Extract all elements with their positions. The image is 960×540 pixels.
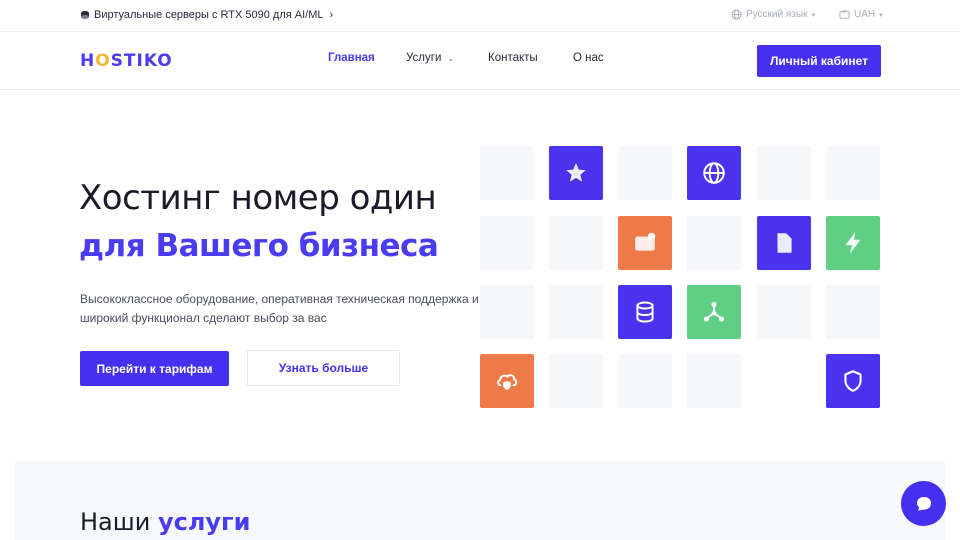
network-icon	[703, 301, 725, 322]
hero-title-line2: для Вашего бизнеса	[79, 228, 439, 264]
file-icon	[777, 233, 792, 253]
chat-widget-button[interactable]	[901, 481, 946, 526]
services-heading-plain: Наши	[80, 508, 151, 536]
go-to-tariffs-button[interactable]: Перейти к тарифам	[80, 351, 229, 386]
shield-icon	[844, 370, 862, 392]
grid-tile	[549, 216, 603, 270]
announcement-bar: Виртуальные серверы с RTX 5090 для AI/ML…	[0, 0, 960, 32]
grid-tile	[826, 146, 880, 200]
grid-tile	[687, 216, 741, 270]
star-icon	[566, 163, 586, 182]
language-label: Русский язык	[746, 9, 808, 20]
promo-link[interactable]: Виртуальные серверы с RTX 5090 для AI/ML…	[80, 9, 333, 21]
learn-more-button[interactable]: Узнать больше	[247, 350, 400, 386]
site-header: HOSTIKO Главная Услуги ⌄ Контакты О нас …	[0, 32, 960, 90]
grid-tile	[618, 146, 672, 200]
chevron-down-icon: ⌄	[447, 53, 455, 63]
chat-icon	[916, 496, 931, 510]
lightning-icon	[845, 232, 861, 254]
grid-tile	[549, 354, 603, 408]
grid-tile	[826, 354, 880, 408]
grid-tile	[826, 216, 880, 270]
hero-subtitle: Высококлассное оборудование, оперативная…	[80, 292, 479, 325]
mail-icon	[635, 232, 656, 251]
chevron-down-icon: ▾	[879, 11, 883, 19]
grid-tile	[549, 146, 603, 200]
grid-tile	[480, 354, 534, 408]
logo-text-1: H	[80, 51, 96, 71]
nav-services[interactable]: Услуги ⌄	[406, 52, 454, 64]
grid-tile	[618, 285, 672, 339]
personal-cabinet-button[interactable]: Личный кабинет	[757, 45, 881, 77]
globe-icon	[703, 162, 725, 184]
grid-tile	[757, 146, 811, 200]
nav-services-label: Услуги	[406, 52, 442, 64]
grid-tile	[757, 216, 811, 270]
grid-tile	[480, 146, 534, 200]
globe-small-icon	[731, 9, 742, 20]
currency-label: UAH	[854, 9, 876, 20]
database-icon	[636, 301, 654, 323]
language-selector[interactable]: Русский язык ▾	[731, 9, 815, 20]
cloud-shield-icon	[497, 374, 518, 390]
currency-selector[interactable]: UAH ▾	[839, 9, 883, 20]
grid-tile	[687, 354, 741, 408]
grid-tile	[618, 216, 672, 270]
grid-tile	[826, 285, 880, 339]
grid-tile	[549, 285, 603, 339]
nav-about[interactable]: О нас	[573, 52, 604, 64]
promo-text: Виртуальные серверы с RTX 5090 для AI/ML	[94, 9, 324, 21]
grid-tile	[480, 216, 534, 270]
nav-home[interactable]: Главная	[328, 52, 375, 64]
logo[interactable]: HOSTIKO	[80, 51, 173, 71]
grid-tile	[618, 354, 672, 408]
wallet-icon	[839, 9, 850, 19]
nav-contacts[interactable]: Контакты	[488, 52, 538, 64]
nav-about-label: О нас	[573, 52, 604, 64]
logo-text-3: STIKO	[110, 51, 173, 71]
grid-tile	[757, 285, 811, 339]
services-heading: Наши услуги	[80, 508, 250, 536]
hero-title-line1: Хостинг номер один	[79, 178, 437, 218]
logo-text-2: O	[95, 51, 111, 71]
nav-contacts-label: Контакты	[488, 52, 538, 64]
nav-home-label: Главная	[328, 52, 375, 64]
grid-tile	[687, 285, 741, 339]
server-icon	[81, 11, 89, 19]
services-heading-highlight: услуги	[157, 508, 251, 536]
chevron-right-icon: ›	[329, 9, 334, 21]
grid-tile	[480, 285, 534, 339]
chevron-down-icon: ▾	[811, 11, 815, 19]
grid-tile	[687, 146, 741, 200]
